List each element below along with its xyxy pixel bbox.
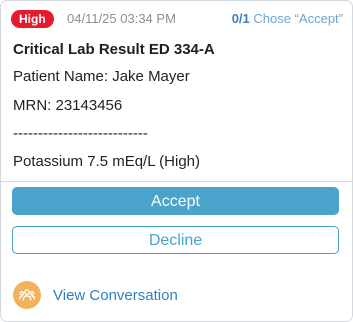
lab-result: Potassium 7.5 mEq/L (High) — [13, 153, 201, 170]
alert-title: Critical Lab Result ED 334-A — [13, 41, 215, 58]
response-count: 0/1 — [231, 11, 250, 26]
alert-card: High 04/11/25 03:34 PM 0/1 Chose “Accept… — [0, 0, 353, 322]
accept-button[interactable]: Accept — [12, 187, 339, 215]
people-icon — [13, 281, 41, 309]
view-conversation-link[interactable]: View Conversation — [13, 281, 178, 309]
response-text: Chose “Accept” — [253, 11, 343, 26]
priority-badge: High — [11, 10, 54, 28]
section-divider — [1, 181, 352, 182]
alert-body: Critical Lab Result ED 334-A Patient Nam… — [13, 39, 343, 179]
mrn: MRN: 23143456 — [13, 97, 123, 114]
alert-timestamp: 04/11/25 03:34 PM — [67, 11, 176, 26]
patient-name: Patient Name: Jake Mayer — [13, 68, 190, 85]
alert-header: High 04/11/25 03:34 PM 0/1 Chose “Accept… — [1, 1, 352, 35]
decline-button[interactable]: Decline — [12, 226, 339, 254]
separator-text: --------------------------- — [13, 125, 148, 142]
view-conversation-label: View Conversation — [53, 286, 178, 304]
response-status: 0/1 Chose “Accept” — [232, 10, 343, 28]
